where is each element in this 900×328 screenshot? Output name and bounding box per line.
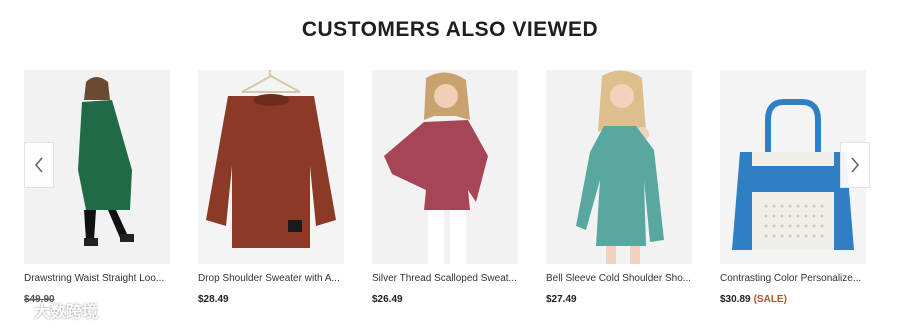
brand-logo-icon — [10, 303, 30, 316]
product-price: $27.49 — [546, 294, 577, 305]
chevron-right-icon — [851, 157, 860, 173]
product-title[interactable]: Contrasting Color Personalize... — [720, 273, 866, 284]
watermark: 大数跨境 — [8, 300, 99, 321]
teal-dress-model-image — [546, 70, 692, 264]
chevron-left-icon — [34, 157, 43, 173]
product-card[interactable]: Drop Shoulder Sweater with A... $28.49 — [198, 70, 344, 305]
product-price: $28.49 — [198, 294, 229, 305]
product-carousel: Drawstring Waist Straight Loo... $49.90 … — [0, 70, 900, 320]
product-card[interactable]: Silver Thread Scalloped Sweat... $26.49 — [372, 70, 518, 305]
product-title[interactable]: Drawstring Waist Straight Loo... — [24, 273, 170, 284]
product-price: $26.49 — [372, 294, 403, 305]
carousel-prev-button[interactable] — [24, 142, 54, 188]
product-price: $30.89 (SALE) — [720, 294, 787, 305]
product-title[interactable]: Silver Thread Scalloped Sweat... — [372, 273, 518, 284]
rose-sweater-model-image — [372, 70, 518, 264]
rust-sweater-hanger-image — [198, 70, 344, 264]
product-image[interactable] — [198, 70, 344, 264]
watermark-text: 大数跨境 — [34, 304, 99, 321]
product-image[interactable] — [546, 70, 692, 264]
carousel-next-button[interactable] — [840, 142, 870, 188]
product-title[interactable]: Bell Sleeve Cold Shoulder Sho... — [546, 273, 692, 284]
product-title[interactable]: Drop Shoulder Sweater with A... — [198, 273, 344, 284]
page-title: CUSTOMERS ALSO VIEWED — [301, 18, 599, 41]
product-image[interactable] — [372, 70, 518, 264]
sale-badge: (SALE) — [753, 294, 787, 305]
product-card[interactable]: Bell Sleeve Cold Shoulder Sho... $27.49 — [546, 70, 692, 305]
